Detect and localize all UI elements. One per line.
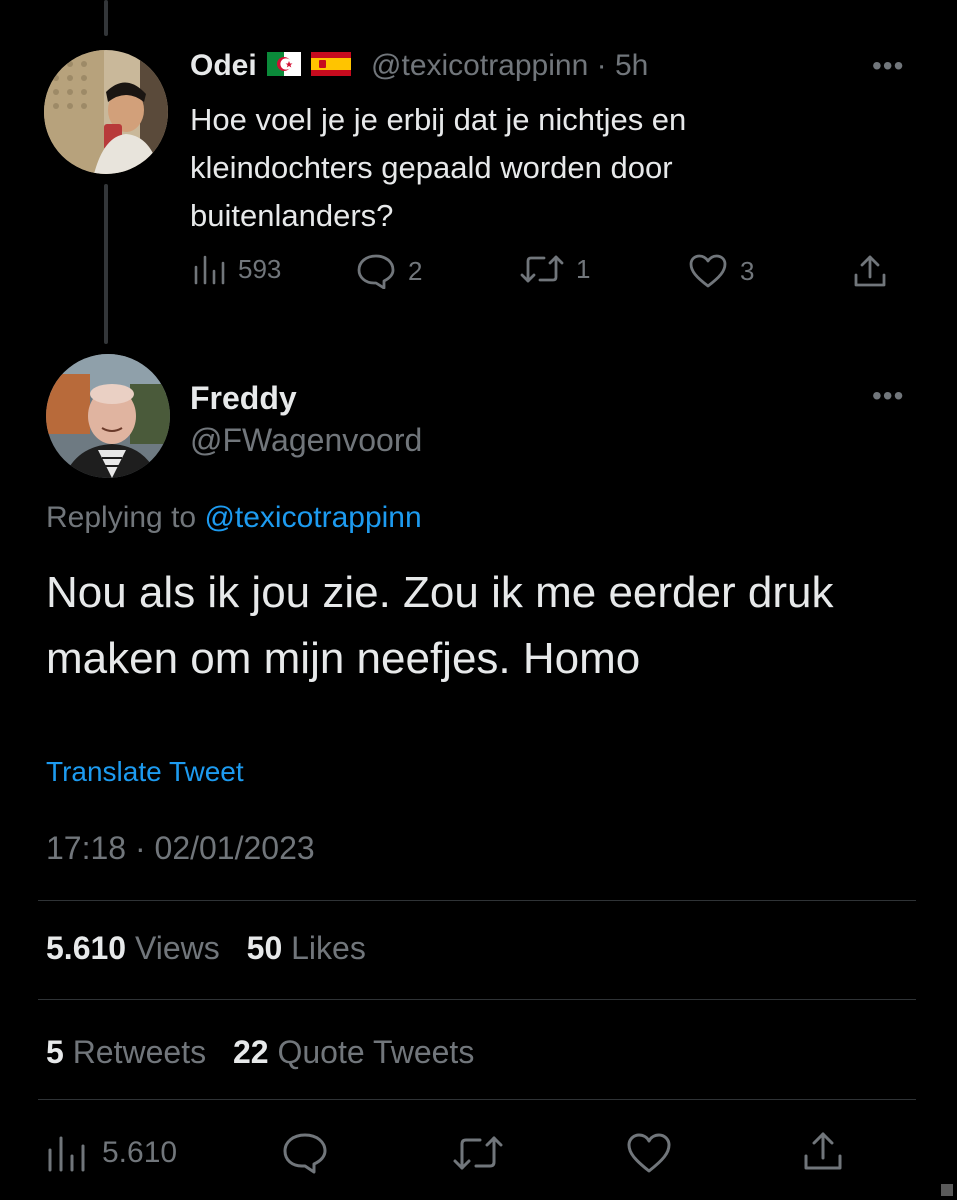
share-button[interactable] [802,1130,860,1172]
retweet-icon [520,253,564,285]
replying-to-link[interactable]: @texicotrappinn [204,501,421,534]
likes-label[interactable]: Likes [291,930,366,966]
bar-chart-icon [46,1134,86,1172]
header-separator: · [596,49,607,82]
author-handle[interactable]: @FWagenvoord [190,420,422,460]
retweet-action[interactable]: 1 [520,253,590,285]
like-action[interactable]: 3 [688,253,754,289]
replying-to: Replying to @texicotrappinn [46,498,422,538]
tweet-text: Hoe voel je je erbij dat je nichtjes en … [190,102,687,233]
likes-count: 50 [246,930,283,966]
spain-flag-icon [310,52,351,77]
views-action[interactable]: 593 [192,253,281,285]
replying-prefix: Replying to [46,501,197,534]
retweets-label[interactable]: Retweets [73,1034,206,1070]
more-options-icon[interactable]: ••• [872,382,904,410]
author-handle[interactable]: @texicotrappinn [371,49,588,82]
reply-button[interactable] [282,1132,344,1174]
avatar-odei-image [44,50,168,174]
divider [38,999,916,1000]
stats-retweets-quotes: 5 Retweets 22 Quote Tweets [46,1032,474,1072]
author-name[interactable]: Freddy [190,378,297,418]
retweet-icon [452,1134,504,1172]
stats-views-likes: 5.610 Views 50 Likes [46,928,366,968]
views-label[interactable]: Views [135,930,220,966]
translate-tweet-link[interactable]: Translate Tweet [46,754,244,790]
share-icon [802,1130,844,1172]
quote-tweets-label[interactable]: Quote Tweets [277,1034,474,1070]
speech-bubble-icon [282,1132,328,1174]
heart-icon [626,1132,672,1174]
author-name[interactable]: Odei [190,49,257,82]
thread-connector [104,184,108,344]
thread-connector-top [104,0,108,36]
divider [38,900,916,901]
quote-tweets-count: 22 [232,1034,269,1070]
tweet-timestamp[interactable]: 17:18 · 02/01/2023 [46,828,315,868]
tweet-header: Odei @texicotrappinn · 5h [190,46,648,86]
speech-bubble-icon [356,253,396,289]
retweet-button[interactable] [452,1134,520,1172]
corner-mark [941,1184,953,1196]
tweet-action-bar: 5.610 [0,1126,957,1186]
avatar[interactable] [46,354,170,478]
avatar[interactable] [44,50,168,174]
more-options-icon[interactable]: ••• [872,52,904,80]
algeria-flag-icon [266,52,301,77]
views-count: 5.610 [46,930,127,966]
reply-action[interactable]: 2 [356,253,422,289]
tweet-time[interactable]: 5h [615,49,648,82]
retweets-count: 5 [46,1034,64,1070]
divider [38,1099,916,1100]
views-count: 593 [238,254,282,284]
avatar-freddy-image [46,354,170,478]
retweets-count: 1 [576,254,591,284]
views-count: 5.610 [102,1136,178,1169]
share-action[interactable] [852,253,900,289]
likes-count: 3 [740,256,755,286]
heart-icon [688,253,728,289]
bar-chart-icon [192,253,226,285]
replies-count: 2 [408,256,423,286]
share-icon [852,253,888,289]
like-button[interactable] [626,1132,688,1174]
tweet-text: Nou als ik jou zie. Zou ik me eerder dru… [46,568,834,683]
views-button[interactable]: 5.610 [46,1134,177,1172]
